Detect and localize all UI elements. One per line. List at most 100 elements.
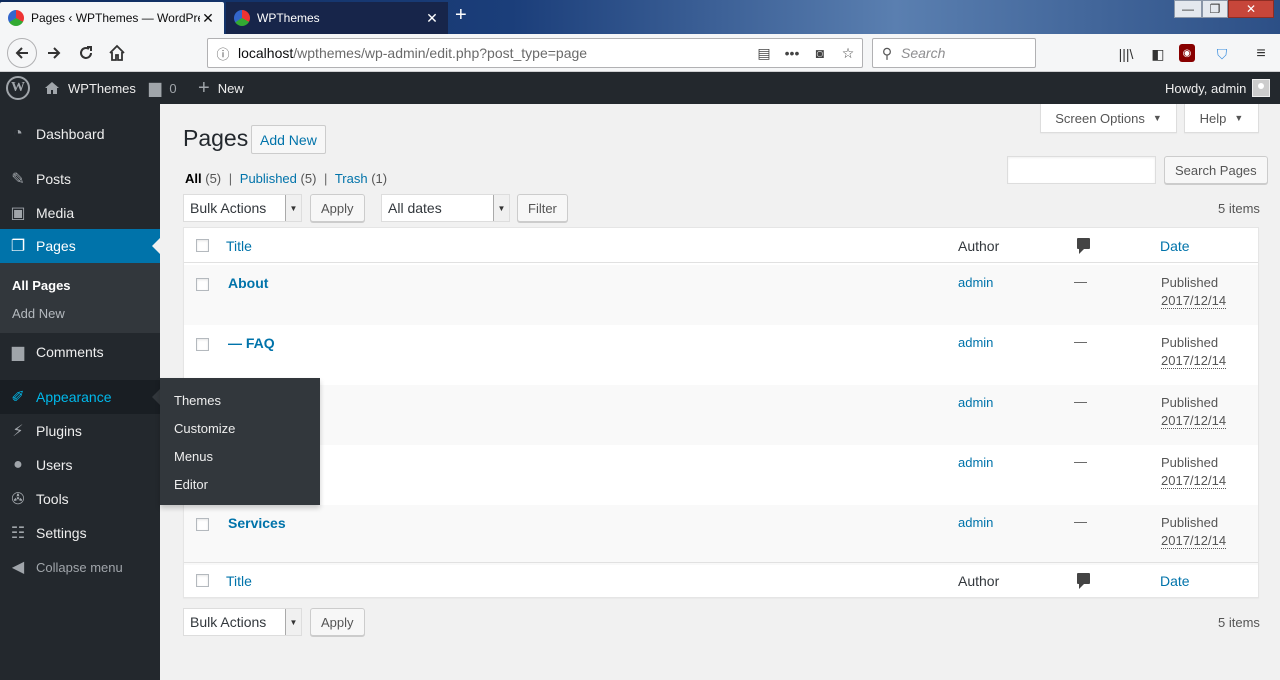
submenu-all-pages[interactable]: All Pages — [12, 278, 71, 293]
row-checkbox[interactable] — [196, 518, 209, 531]
bulk-actions-value: Bulk Actions — [190, 614, 267, 630]
sidebar-item-dashboard[interactable]: ◔ Dashboard — [0, 117, 160, 151]
row-author-link[interactable]: admin — [958, 335, 993, 350]
filter-trash[interactable]: Trash — [335, 171, 368, 186]
sidebar-item-media[interactable]: ▣ Media — [0, 196, 160, 230]
row-checkbox[interactable] — [196, 338, 209, 351]
sidebar-item-settings[interactable]: ☷ Settings — [0, 516, 160, 550]
row-author-link[interactable]: admin — [958, 455, 993, 470]
row-status: Published — [1161, 455, 1219, 470]
row-title-link[interactable]: — FAQ — [228, 335, 275, 351]
sidebar-item-posts[interactable]: ✎ Posts — [0, 162, 160, 196]
filter-button[interactable]: Filter — [517, 194, 568, 222]
tab-wpthemes[interactable]: WPThemes ✕ — [226, 2, 448, 34]
table-row: About admin — Published 2017/12/14 — [184, 265, 1258, 325]
home-button[interactable] — [103, 39, 131, 67]
sidebar-item-users[interactable]: ● Users — [0, 448, 160, 482]
row-author-link[interactable]: admin — [958, 275, 993, 290]
flyout-editor[interactable]: Editor — [174, 477, 208, 492]
select-all-checkbox-footer[interactable] — [196, 574, 209, 587]
row-date: 2017/12/14 — [1161, 293, 1227, 309]
reader-view-icon[interactable]: ▤ — [750, 45, 778, 62]
sidebar-item-comments[interactable]: ▆ Comments — [0, 335, 160, 369]
sidebar-item-label: Settings — [36, 525, 87, 541]
filter-published[interactable]: Published — [240, 171, 297, 186]
reload-icon — [80, 46, 92, 59]
back-button[interactable] — [7, 38, 37, 68]
hamburger-menu-icon[interactable]: ≡ — [1250, 43, 1272, 65]
bulk-actions-select-bottom[interactable]: Bulk Actions ▼ — [183, 608, 302, 636]
close-window-button[interactable]: ✕ — [1228, 0, 1274, 18]
reload-button[interactable] — [72, 39, 100, 67]
collapse-menu-button[interactable]: ◀ Collapse menu — [0, 550, 160, 584]
submenu-add-new[interactable]: Add New — [12, 306, 65, 321]
flyout-menus[interactable]: Menus — [174, 449, 213, 464]
sidebar-item-appearance[interactable]: ✐ Appearance — [0, 380, 160, 414]
settings-icon: ☷ — [10, 525, 26, 542]
row-date: 2017/12/14 — [1161, 353, 1227, 369]
sidebar-toggle-icon[interactable]: ◧ — [1147, 43, 1169, 65]
wordpress-logo-icon[interactable]: W — [6, 76, 30, 100]
url-bar[interactable]: ⓘ localhost/wpthemes/wp-admin/edit.php?p… — [207, 38, 863, 68]
apply-button-bottom[interactable]: Apply — [310, 608, 365, 636]
row-status: Published — [1161, 335, 1219, 350]
browser-search-bar[interactable]: ⚲ Search — [872, 38, 1036, 68]
comments-link[interactable]: ▆ 0 — [149, 72, 177, 104]
forward-button[interactable] — [40, 39, 68, 67]
info-icon[interactable]: ⓘ — [208, 44, 238, 63]
sidebar-item-plugins[interactable]: ⚡ Plugins — [0, 414, 160, 448]
my-account-link[interactable]: Howdy, admin — [1165, 72, 1271, 104]
maximize-button[interactable]: ❐ — [1202, 0, 1228, 18]
wrench-icon: ✇ — [11, 491, 25, 508]
apply-button-top[interactable]: Apply — [310, 194, 365, 222]
row-status: Published — [1161, 515, 1219, 530]
admin-sidebar: ◔ Dashboard ✎ Posts ▣ Media ❐ Pages All … — [0, 104, 160, 680]
filter-all[interactable]: All — [185, 171, 202, 186]
row-title-link[interactable]: Services — [228, 515, 286, 531]
comment-bubble-icon: ▆ — [149, 80, 162, 97]
minimize-button[interactable]: — — [1174, 0, 1202, 18]
column-title-header[interactable]: Title — [226, 238, 252, 254]
add-new-page-button[interactable]: Add New — [251, 125, 326, 154]
comment-icon: ▆ — [11, 344, 25, 361]
sidebar-item-label: Plugins — [36, 423, 82, 439]
library-icon[interactable]: |||\ — [1115, 43, 1137, 65]
column-date-header[interactable]: Date — [1160, 238, 1190, 254]
new-tab-button[interactable]: + — [455, 4, 467, 27]
dates-select[interactable]: All dates ▼ — [381, 194, 510, 222]
help-button[interactable]: Help ▼ — [1184, 104, 1259, 133]
new-content-link[interactable]: + New — [198, 72, 244, 104]
pocket-icon[interactable]: ◙ — [806, 45, 834, 61]
row-author-link[interactable]: admin — [958, 395, 993, 410]
tab-close-icon[interactable]: ✕ — [424, 10, 440, 27]
screen-options-button[interactable]: Screen Options ▼ — [1040, 104, 1177, 133]
row-checkbox[interactable] — [196, 278, 209, 291]
select-all-checkbox[interactable] — [196, 239, 209, 252]
dashboard-icon: ◔ — [13, 125, 23, 142]
comments-column-icon[interactable] — [1077, 573, 1090, 589]
items-count-top: 5 items — [1218, 201, 1260, 216]
tab-close-icon[interactable]: ✕ — [200, 10, 216, 27]
separator: | — [324, 171, 328, 186]
bulk-actions-select-top[interactable]: Bulk Actions ▼ — [183, 194, 302, 222]
row-author-link[interactable]: admin — [958, 515, 993, 530]
tab-pages[interactable]: Pages ‹ WPThemes — WordPre ✕ — [0, 2, 224, 34]
sidebar-item-tools[interactable]: ✇ Tools — [0, 482, 160, 516]
sidebar-item-pages[interactable]: ❐ Pages — [0, 229, 160, 263]
comments-column-icon[interactable] — [1077, 238, 1090, 254]
row-comments: — — [1074, 274, 1087, 289]
flyout-themes[interactable]: Themes — [174, 393, 221, 408]
bookmark-star-icon[interactable]: ☆ — [834, 45, 862, 62]
search-pages-button[interactable]: Search Pages — [1164, 156, 1268, 184]
column-date-footer[interactable]: Date — [1160, 573, 1190, 589]
site-name-link[interactable]: WPThemes — [44, 72, 136, 104]
page-actions-icon[interactable]: ••• — [778, 45, 806, 61]
shield-icon[interactable]: ⛉ — [1211, 43, 1233, 65]
column-title-footer[interactable]: Title — [226, 573, 252, 589]
row-title-link[interactable]: About — [228, 275, 268, 291]
items-count-bottom: 5 items — [1218, 615, 1260, 630]
flyout-customize[interactable]: Customize — [174, 421, 235, 436]
ublock-icon[interactable]: ◉ — [1179, 44, 1195, 62]
search-pages-input[interactable] — [1007, 156, 1156, 184]
row-status: Published — [1161, 275, 1219, 290]
